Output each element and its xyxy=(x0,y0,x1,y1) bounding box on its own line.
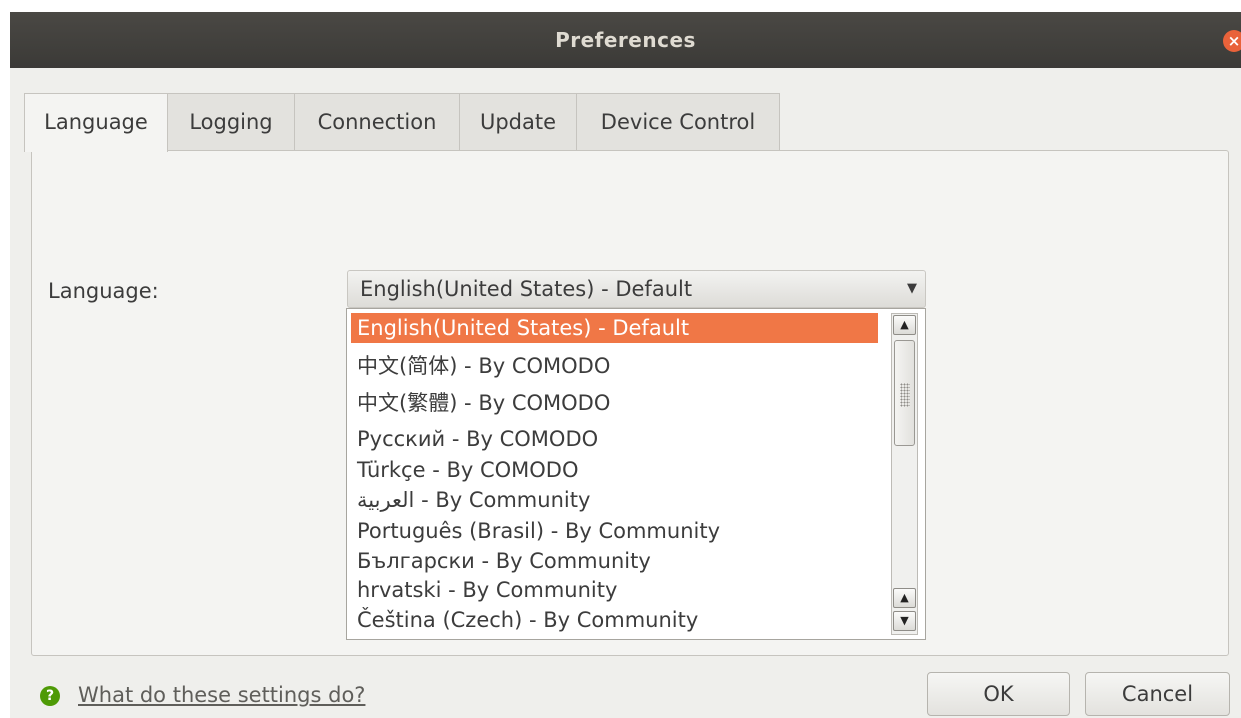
ok-button[interactable]: OK xyxy=(927,672,1070,716)
language-dropdown-list[interactable]: English(United States) - Default 中文(简体) … xyxy=(346,308,926,640)
tab-connection[interactable]: Connection xyxy=(294,93,460,151)
title-bar[interactable]: Preferences × xyxy=(10,12,1241,68)
language-option[interactable]: Русский - By COMODO xyxy=(351,424,598,454)
language-option[interactable]: Čeština (Czech) - By Community xyxy=(351,605,698,635)
language-combobox[interactable]: English(United States) - Default ▼ xyxy=(347,270,926,308)
tab-language[interactable]: Language xyxy=(24,93,168,152)
help-link[interactable]: What do these settings do? xyxy=(78,678,365,712)
scroll-up-icon[interactable]: ▲ xyxy=(893,588,916,608)
scroll-up-icon[interactable]: ▲ xyxy=(893,315,916,335)
language-combobox-value: English(United States) - Default xyxy=(360,277,693,301)
language-option[interactable]: Português (Brasil) - By Community xyxy=(351,516,720,546)
language-option[interactable]: 中文(简体) - By COMODO xyxy=(351,351,610,381)
language-option[interactable]: العربية - By Community xyxy=(351,485,590,515)
language-option[interactable]: Türkçe - By COMODO xyxy=(351,455,579,485)
dropdown-scrollbar[interactable]: ▲ ▲ ▼ xyxy=(891,313,918,635)
language-option[interactable]: English(United States) - Default xyxy=(351,313,878,343)
cancel-button[interactable]: Cancel xyxy=(1085,672,1230,716)
close-icon[interactable]: × xyxy=(1223,30,1241,52)
help-icon: ? xyxy=(40,686,60,706)
language-option[interactable]: hrvatski - By Community xyxy=(351,575,617,605)
tab-logging[interactable]: Logging xyxy=(167,93,295,151)
grip-icon xyxy=(900,383,910,407)
language-label: Language: xyxy=(48,279,159,303)
tab-update[interactable]: Update xyxy=(459,93,577,151)
language-option[interactable]: Български - By Community xyxy=(351,546,651,576)
scroll-down-icon[interactable]: ▼ xyxy=(893,611,916,631)
window-title: Preferences xyxy=(555,28,696,52)
language-option[interactable]: 中文(繁體) - By COMODO xyxy=(351,388,610,418)
chevron-down-icon: ▼ xyxy=(907,281,917,296)
tab-device-control[interactable]: Device Control xyxy=(576,93,780,151)
scroll-thumb[interactable] xyxy=(894,340,915,446)
preferences-window: Preferences × Language Logging Connectio… xyxy=(10,12,1241,718)
